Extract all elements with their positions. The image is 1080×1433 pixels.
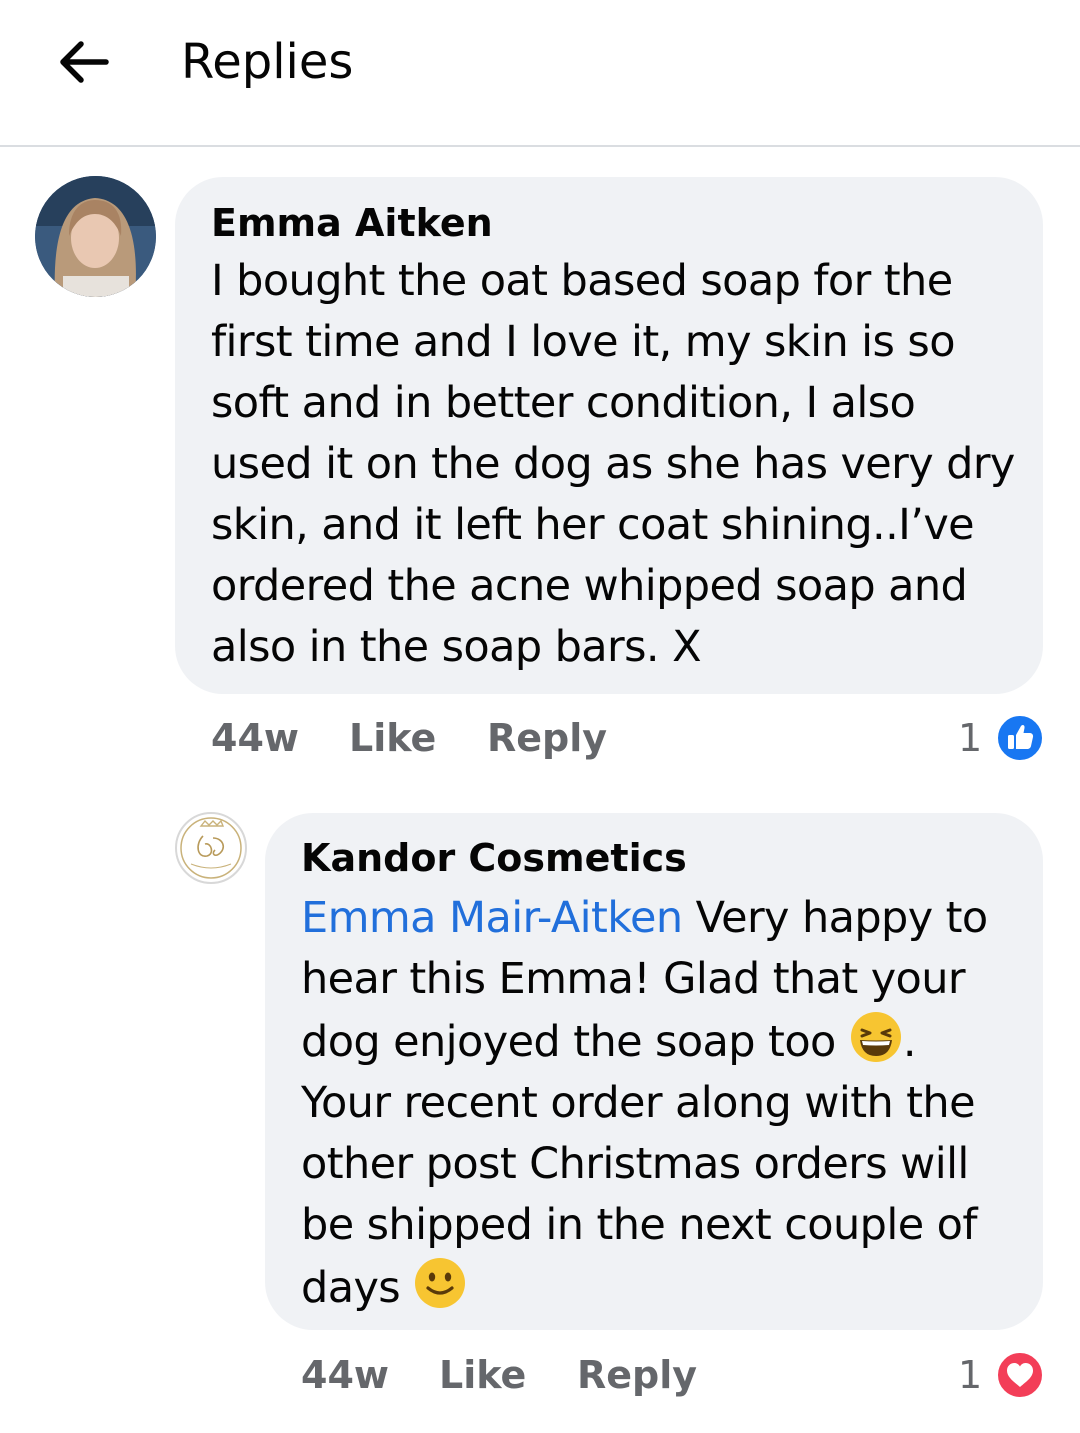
comment-line: skin, and it left her coat shining..I’ve [211,500,975,550]
kandor-logo-icon [180,817,242,879]
comment-line: I bought the oat based soap for the [211,256,953,306]
reply-button[interactable]: Reply [577,1350,697,1400]
comment-line: days [301,1256,1041,1319]
like-button[interactable]: Like [349,713,436,763]
mention-link[interactable]: Emma Mair-Aitken [301,893,683,943]
comment-timestamp[interactable]: 44w [211,713,299,763]
page-title: Replies [181,34,354,90]
back-button[interactable] [54,36,116,88]
like-thumbs-up-icon [996,714,1044,762]
arrow-left-icon [60,41,109,83]
reply-bubble: Kandor Cosmetics Emma Mair-Aitken Very h… [265,813,1043,1330]
slightly-smiling-face-emoji-icon [415,1258,466,1308]
comment-text: I bought the oat based soap for the firs… [211,251,1041,678]
comment-author[interactable]: Emma Aitken [211,199,493,247]
comment-line-text: dog enjoyed the soap too [301,1017,849,1067]
user-photo-avatar-icon [35,176,156,297]
comment-line: be shipped in the next couple of [301,1200,977,1250]
comment-line-text: days [301,1263,414,1313]
comment-line: also in the soap bars. X [211,622,702,672]
avatar[interactable] [35,176,156,297]
comment-line-text: Very happy to [682,893,989,943]
grinning-squinting-face-emoji-icon [850,1012,901,1062]
comment-line: first time and I love it, my skin is so [211,317,956,367]
comment-line: hear this Emma! Glad that your [301,954,966,1004]
comment-line: Emma Mair-Aitken Very happy to [301,888,1041,949]
comment-author[interactable]: Kandor Cosmetics [301,834,687,882]
comment-line: dog enjoyed the soap too . [301,1010,1041,1073]
comment-line: used it on the dog as she has very dry [211,439,1015,489]
comment-line: Your recent order along with the [301,1078,976,1128]
comment-bubble: Emma Aitken I bought the oat based soap … [175,177,1043,694]
like-button[interactable]: Like [439,1350,526,1400]
comment-line-text: . [902,1017,917,1067]
reaction-count: 1 [958,1353,983,1397]
comment-text: Emma Mair-Aitken Very happy to hear this… [301,888,1041,1319]
reply-button[interactable]: Reply [487,713,607,763]
comment-timestamp[interactable]: 44w [301,1350,389,1400]
comment-line: other post Christmas orders will [301,1139,969,1189]
reaction-count: 1 [958,716,983,760]
top-bar: Replies [0,0,1080,147]
comment-line: soft and in better condition, I also [211,378,916,428]
avatar[interactable] [175,812,247,884]
comment-line: ordered the acne whipped soap and [211,561,968,611]
love-heart-icon [996,1351,1044,1399]
